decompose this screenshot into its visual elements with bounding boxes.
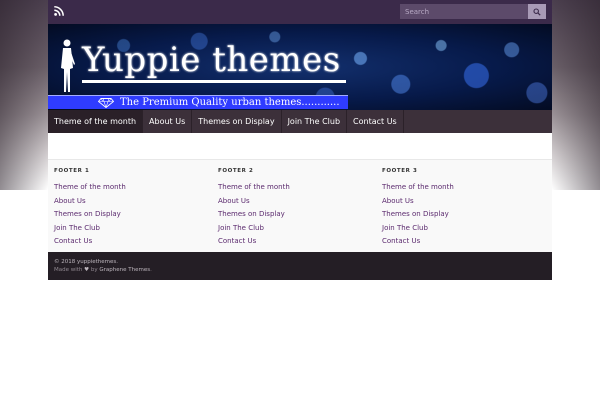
- search-form: [400, 4, 546, 19]
- footer-link-theme-of-the-month[interactable]: Theme of the month: [218, 182, 382, 196]
- nav-item-about-us[interactable]: About Us: [143, 110, 193, 133]
- nav-item-join-the-club[interactable]: Join The Club: [282, 110, 348, 133]
- header-banner[interactable]: Yuppie themes The Premium Quality urban …: [48, 24, 552, 110]
- copyright-bar: © 2018 yuppiethemes. Made with ♥ by Grap…: [48, 252, 552, 280]
- site-title[interactable]: Yuppie themes: [82, 40, 341, 80]
- footer-column-3: FOOTER 3 Theme of the month About Us The…: [382, 160, 546, 252]
- search-button[interactable]: [528, 4, 546, 19]
- nav-item-theme-of-the-month[interactable]: Theme of the month: [48, 110, 144, 133]
- search-icon: [533, 7, 541, 16]
- footer-link-theme-of-the-month[interactable]: Theme of the month: [382, 182, 546, 196]
- by-text: by: [90, 267, 98, 273]
- copyright-text: © 2018 yuppiethemes.: [54, 259, 119, 265]
- footer-heading: FOOTER 3: [382, 168, 418, 174]
- credit-suffix: .: [150, 267, 152, 273]
- credit-link[interactable]: Graphene Themes: [99, 267, 150, 273]
- site-container: Yuppie themes The Premium Quality urban …: [48, 0, 552, 280]
- nav-item-themes-on-display[interactable]: Themes on Display: [192, 110, 282, 133]
- gentleman-silhouette-icon: [61, 39, 75, 92]
- content-area: [48, 133, 552, 159]
- made-with-line: Made with ♥ by Graphene Themes.: [54, 266, 546, 274]
- footer-column-2: FOOTER 2 Theme of the month About Us The…: [218, 160, 382, 252]
- footer-link-about-us[interactable]: About Us: [54, 196, 218, 210]
- diamond-icon: [98, 97, 114, 108]
- footer-link-contact-us[interactable]: Contact Us: [218, 236, 382, 250]
- search-input[interactable]: [400, 4, 528, 19]
- footer-heading: FOOTER 1: [54, 168, 90, 174]
- footer-link-about-us[interactable]: About Us: [218, 196, 382, 210]
- top-bar: [48, 0, 552, 24]
- made-with-text: Made with: [54, 267, 83, 273]
- footer-link-about-us[interactable]: About Us: [382, 196, 546, 210]
- footer-widgets: FOOTER 1 Theme of the month About Us The…: [48, 159, 552, 252]
- footer-column-1: FOOTER 1 Theme of the month About Us The…: [54, 160, 218, 252]
- footer-link-join-the-club[interactable]: Join The Club: [382, 223, 546, 237]
- footer-link-theme-of-the-month[interactable]: Theme of the month: [54, 182, 218, 196]
- main-nav: Theme of the month About Us Themes on Di…: [48, 110, 552, 133]
- footer-link-contact-us[interactable]: Contact Us: [382, 236, 546, 250]
- footer-link-themes-on-display[interactable]: Themes on Display: [382, 209, 546, 223]
- heart-icon: ♥: [84, 267, 90, 273]
- tagline-bar: The Premium Quality urban themes........…: [48, 95, 348, 109]
- site-tagline: The Premium Quality urban themes........…: [120, 97, 340, 108]
- nav-item-contact-us[interactable]: Contact Us: [347, 110, 404, 133]
- footer-link-contact-us[interactable]: Contact Us: [54, 236, 218, 250]
- rss-icon[interactable]: [54, 6, 64, 16]
- footer-link-join-the-club[interactable]: Join The Club: [218, 223, 382, 237]
- title-underline: [82, 80, 346, 83]
- footer-link-themes-on-display[interactable]: Themes on Display: [218, 209, 382, 223]
- footer-heading: FOOTER 2: [218, 168, 254, 174]
- footer-link-themes-on-display[interactable]: Themes on Display: [54, 209, 218, 223]
- footer-link-join-the-club[interactable]: Join The Club: [54, 223, 218, 237]
